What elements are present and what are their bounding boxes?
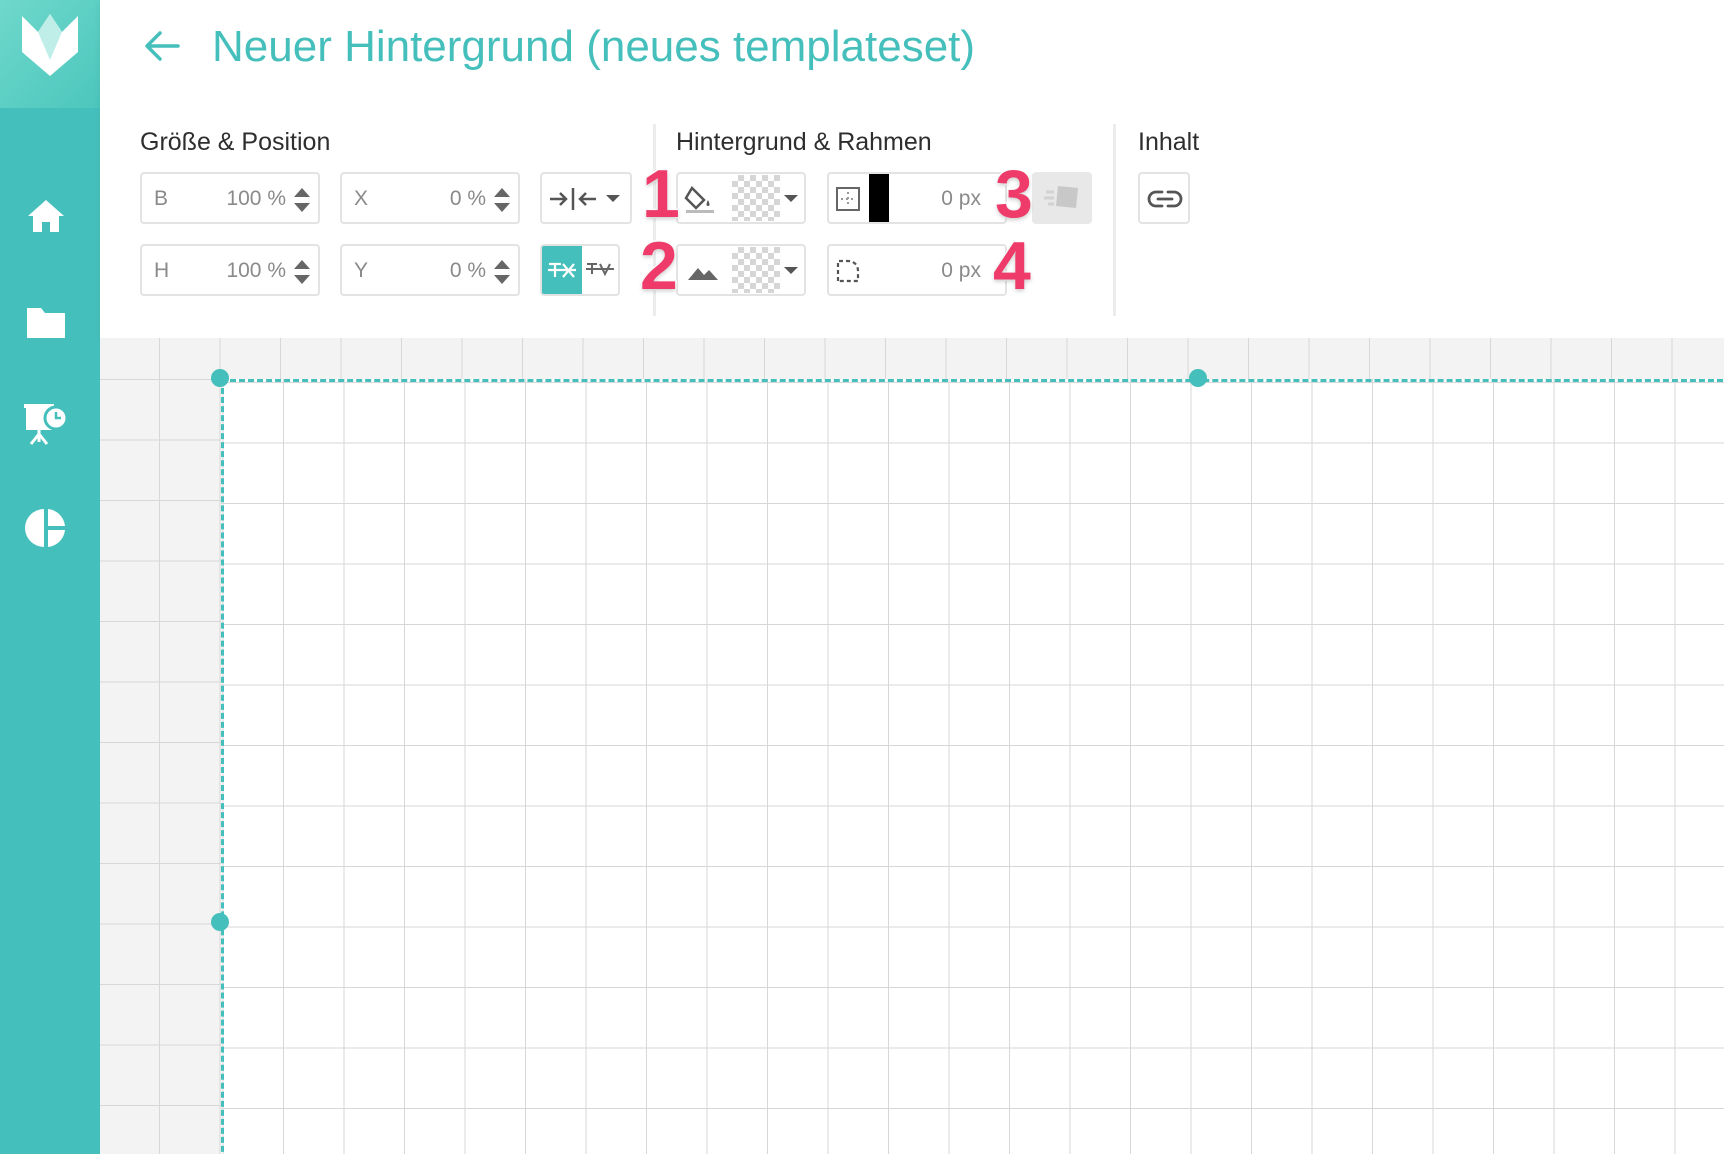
link-icon	[1147, 190, 1183, 208]
section-title-content: Inhalt	[1138, 128, 1200, 156]
height-label: H	[154, 259, 170, 282]
text-strike-icon	[586, 263, 614, 277]
editor-canvas[interactable]	[100, 338, 1724, 1154]
sidebar	[0, 0, 100, 1154]
app-logo[interactable]	[0, 0, 100, 108]
presentation-clock-icon	[24, 404, 69, 445]
section-divider	[1113, 124, 1116, 316]
resize-handle-top-left[interactable]	[211, 369, 229, 387]
home-icon	[28, 200, 64, 232]
corner-radius-icon	[836, 259, 860, 283]
border-color-swatch[interactable]	[869, 174, 889, 222]
text-vertical-option[interactable]	[582, 246, 618, 294]
border-width-value[interactable]: 0 px	[941, 187, 981, 211]
arrow-left-icon	[145, 31, 180, 61]
folder-icon	[27, 308, 65, 338]
marker-badge-2: 2	[639, 228, 680, 304]
sidebar-item-statistics[interactable]	[22, 504, 70, 552]
stepper-icon[interactable]	[493, 185, 511, 215]
y-value[interactable]: 0 %	[450, 259, 486, 283]
width-value[interactable]: 100 %	[226, 187, 286, 211]
text-layout-toggle[interactable]	[540, 244, 620, 296]
stepper-icon[interactable]	[293, 257, 311, 287]
y-position-field[interactable]: Y 0 %	[340, 244, 520, 296]
chevron-down-icon	[784, 195, 798, 202]
resize-handle-top-center[interactable]	[1189, 369, 1207, 387]
text-strike-icon	[548, 262, 576, 278]
marker-badge-1: 1	[641, 156, 682, 232]
shadow-button[interactable]	[1032, 172, 1092, 224]
stepper-icon[interactable]	[493, 257, 511, 287]
marker-badge-3: 3	[994, 156, 1035, 232]
text-horizontal-option[interactable]	[542, 246, 582, 294]
fill-color-dropdown[interactable]	[676, 172, 806, 224]
x-label: X	[354, 187, 369, 210]
sidebar-item-home[interactable]	[22, 192, 70, 240]
marker-badge-4: 4	[992, 228, 1033, 304]
artboard[interactable]	[221, 379, 1724, 1154]
border-radius-value[interactable]: 0 px	[941, 259, 981, 283]
align-center-icon	[550, 188, 596, 210]
back-button[interactable]	[142, 26, 182, 66]
link-button[interactable]	[1138, 172, 1190, 224]
border-style-icon	[836, 187, 860, 211]
height-field[interactable]: H 100 %	[140, 244, 320, 296]
fox-logo-icon	[22, 14, 78, 76]
header: Neuer Hintergrund (neues templateset)	[100, 0, 1724, 108]
x-value[interactable]: 0 %	[450, 187, 486, 211]
section-title-background-border: Hintergrund & Rahmen	[676, 128, 932, 156]
paint-bucket-icon	[684, 185, 714, 213]
pie-chart-icon	[25, 509, 65, 547]
stepper-icon[interactable]	[293, 185, 311, 215]
border-radius-field[interactable]: 0 px	[827, 244, 1007, 296]
chevron-down-icon	[784, 267, 798, 274]
sidebar-item-files[interactable]	[22, 298, 70, 346]
transparent-swatch	[732, 175, 780, 221]
section-title-size-position: Größe & Position	[140, 128, 331, 156]
shadow-icon	[1044, 186, 1078, 208]
align-dropdown[interactable]	[540, 172, 632, 224]
resize-handle-middle-left[interactable]	[211, 913, 229, 931]
width-label: B	[154, 187, 169, 210]
y-label: Y	[354, 259, 369, 282]
transparent-swatch	[732, 247, 780, 293]
properties-toolbar: Größe & Position B 100 % H 100 % X 0 % Y…	[100, 108, 1724, 338]
border-width-field[interactable]: 0 px	[827, 172, 1007, 224]
page-title: Neuer Hintergrund (neues templateset)	[212, 22, 976, 71]
background-image-dropdown[interactable]	[676, 244, 806, 296]
landscape-image-icon	[688, 268, 718, 280]
sidebar-item-presentations[interactable]	[22, 400, 70, 448]
x-position-field[interactable]: X 0 %	[340, 172, 520, 224]
height-value[interactable]: 100 %	[226, 259, 286, 283]
chevron-down-icon	[606, 195, 620, 202]
width-field[interactable]: B 100 %	[140, 172, 320, 224]
